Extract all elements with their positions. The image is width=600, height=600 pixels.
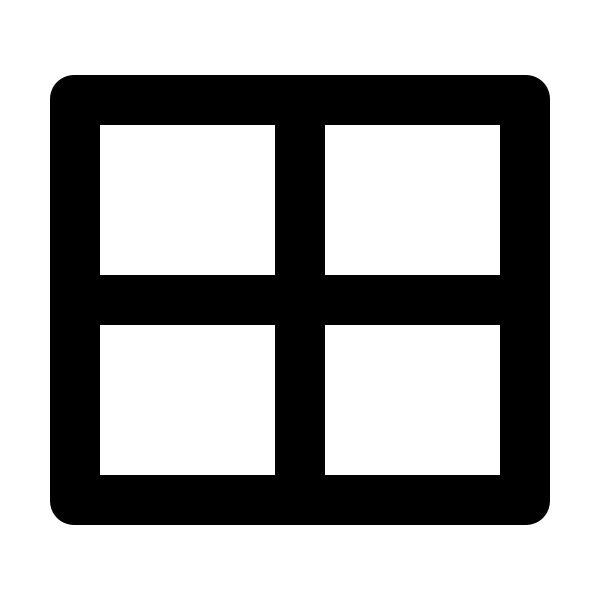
icon-canvas: [0, 0, 600, 600]
table-grid-icon: [50, 75, 550, 525]
grid-frame: [50, 75, 550, 525]
